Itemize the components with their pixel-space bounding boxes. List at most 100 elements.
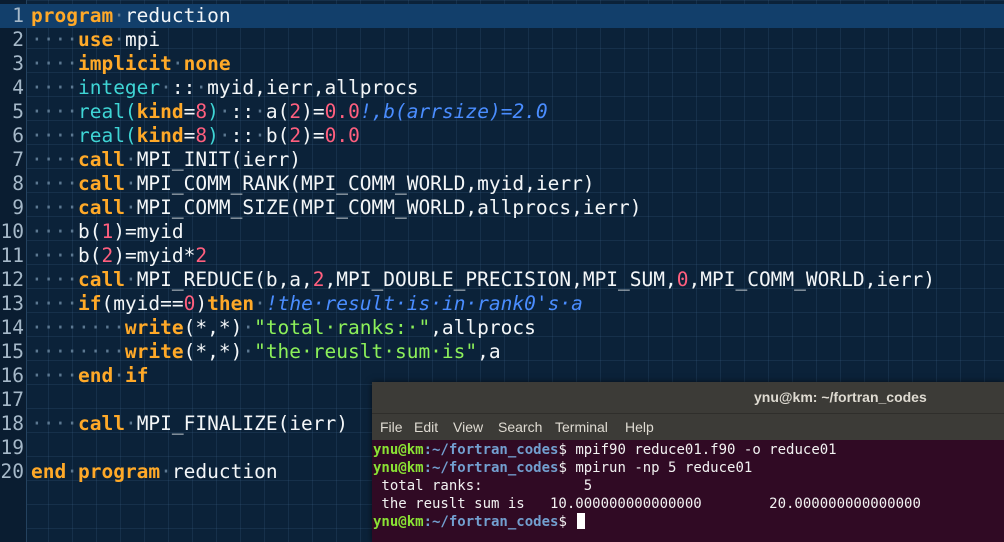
line-number: 19 bbox=[0, 436, 24, 459]
command-text: mpirun -np 5 reduce01 bbox=[575, 460, 753, 476]
code-line[interactable]: 11 ····b(2)=myid*2 bbox=[0, 244, 1004, 268]
code-line[interactable]: 10 ····b(1)=myid bbox=[0, 220, 1004, 244]
line-number: 8 bbox=[12, 172, 24, 195]
code-text: ····call·MPI_COMM_SIZE(MPI_COMM_WORLD,al… bbox=[31, 196, 642, 220]
line-number: 4 bbox=[12, 76, 24, 99]
code-line[interactable]: 1 program·reduction bbox=[0, 4, 1004, 28]
code-token: use bbox=[77, 28, 114, 51]
menu-edit[interactable]: Edit bbox=[414, 414, 438, 441]
indent-whitespace: ···· bbox=[31, 100, 78, 123]
code-line[interactable]: 4 ····integer·::·myid,ierr,allprocs bbox=[0, 76, 1004, 100]
code-text: ····call·MPI_COMM_RANK(MPI_COMM_WORLD,my… bbox=[31, 172, 595, 196]
code-token: 1 bbox=[101, 220, 114, 243]
code-token: · bbox=[242, 340, 255, 363]
code-token: "total·ranks:·" bbox=[254, 316, 431, 339]
code-token: )=myid bbox=[113, 220, 184, 243]
code-token: · bbox=[66, 460, 78, 483]
code-text: ····b(2)=myid*2 bbox=[31, 244, 207, 268]
menu-file[interactable]: File bbox=[380, 414, 403, 441]
code-token: implicit bbox=[77, 52, 172, 75]
code-line[interactable]: 3 ····implicit·none bbox=[0, 52, 1004, 76]
code-token: kind bbox=[136, 100, 184, 123]
code-token: call bbox=[77, 412, 125, 435]
code-token: ) bbox=[195, 292, 208, 315]
code-token: ) bbox=[207, 124, 219, 147]
menu-help[interactable]: Help bbox=[625, 414, 654, 441]
code-text: ····integer·::·myid,ierr,allprocs bbox=[31, 76, 418, 100]
code-token: 2 bbox=[289, 124, 302, 147]
code-token: = bbox=[183, 100, 196, 123]
code-text: ····if(myid==0)then·!the·result·is·in·ra… bbox=[31, 292, 583, 316]
code-text: ····b(1)=myid bbox=[31, 220, 184, 244]
terminal-window[interactable]: ynu@km: ~/fortran_codes File Edit View S… bbox=[372, 382, 1004, 542]
code-line[interactable]: 15 ········write(*,*)·"the·reuslt·sum·is"… bbox=[0, 340, 1004, 364]
output-line: the reuslt sum is 10.000000000000000 20.… bbox=[373, 496, 921, 512]
code-line[interactable]: 6 ····real(kind=8)·::·b(2)=0.0 bbox=[0, 124, 1004, 148]
code-token: call bbox=[77, 172, 125, 195]
line-number: 5 bbox=[12, 100, 24, 123]
menu-terminal[interactable]: Terminal bbox=[555, 414, 608, 441]
code-line[interactable]: 9 ····call·MPI_COMM_SIZE(MPI_COMM_WORLD,a… bbox=[0, 196, 1004, 220]
code-line[interactable]: 14 ········write(*,*)·"total·ranks:·",all… bbox=[0, 316, 1004, 340]
code-token: · bbox=[254, 124, 266, 147]
code-token: 8 bbox=[195, 100, 208, 123]
code-token: 0.0 bbox=[324, 124, 360, 147]
code-token: 0.0 bbox=[324, 100, 360, 123]
code-token: if bbox=[124, 364, 149, 387]
code-token: · bbox=[218, 100, 231, 123]
code-line[interactable]: 12 ····call·MPI_REDUCE(b,a,2,MPI_DOUBLE_P… bbox=[0, 268, 1004, 292]
code-token: · bbox=[113, 28, 125, 51]
code-token: (myid== bbox=[101, 292, 184, 315]
code-token: b( bbox=[265, 124, 290, 147]
terminal-title-bar[interactable]: ynu@km: ~/fortran_codes bbox=[372, 382, 1004, 413]
code-token: :: bbox=[171, 76, 196, 99]
line-number: 10 bbox=[0, 220, 24, 243]
code-text: ····end·if bbox=[31, 364, 148, 388]
code-token: )= bbox=[301, 100, 325, 123]
code-line[interactable]: 2 ····use·mpi bbox=[0, 28, 1004, 52]
line-number: 16 bbox=[0, 364, 24, 387]
indent-whitespace: ···· bbox=[31, 52, 78, 75]
code-token: · bbox=[113, 4, 125, 27]
code-token: · bbox=[254, 292, 266, 315]
terminal-command-line: ynu@km:~/fortran_codes$ mpirun -np 5 red… bbox=[373, 460, 753, 476]
code-token: myid,ierr,allprocs bbox=[207, 76, 419, 99]
terminal-menu-bar: File Edit View Search Terminal Help bbox=[372, 413, 1004, 441]
code-text: ····call·MPI_FINALIZE(ierr) bbox=[31, 412, 348, 436]
code-text: ········write(*,*)·"the·reuslt·sum·is",a bbox=[31, 340, 501, 364]
menu-search[interactable]: Search bbox=[498, 414, 542, 441]
line-number: 13 bbox=[0, 292, 24, 315]
terminal-output[interactable]: ynu@km:~/fortran_codes$ mpif90 reduce01.… bbox=[372, 440, 1004, 542]
terminal-command-line: ynu@km:~/fortran_codes$ mpif90 reduce01.… bbox=[373, 442, 837, 458]
code-token: ) bbox=[207, 100, 219, 123]
code-token: call bbox=[77, 148, 125, 171]
code-text: ····use·mpi bbox=[31, 28, 160, 52]
indent-whitespace: ···· bbox=[31, 268, 78, 291]
code-token: call bbox=[77, 268, 125, 291]
line-number: 12 bbox=[0, 268, 24, 291]
indent-whitespace: ···· bbox=[31, 172, 78, 195]
code-token: )=myid* bbox=[113, 244, 196, 267]
terminal-prompt-line[interactable]: ynu@km:~/fortran_codes$ bbox=[373, 513, 586, 531]
code-token: · bbox=[254, 100, 266, 123]
code-token: ,MPI_COMM_WORLD,ierr) bbox=[688, 268, 936, 291]
indent-whitespace: ···· bbox=[31, 148, 78, 171]
code-token: ,MPI_DOUBLE_PRECISION,MPI_SUM, bbox=[324, 268, 677, 291]
line-number: 20 bbox=[0, 460, 24, 483]
line-number: 17 bbox=[0, 388, 24, 411]
code-token: · bbox=[113, 364, 125, 387]
code-text: ········write(*,*)·"total·ranks:·",allpr… bbox=[31, 316, 536, 340]
line-number: 18 bbox=[0, 412, 24, 435]
code-token: kind bbox=[136, 124, 184, 147]
code-token: :: bbox=[230, 100, 255, 123]
indent-whitespace: ···· bbox=[31, 196, 78, 219]
indent-whitespace: ···· bbox=[31, 412, 78, 435]
code-token: 8 bbox=[195, 124, 208, 147]
code-line[interactable]: 13 ····if(myid==0)then·!the·result·is·in·… bbox=[0, 292, 1004, 316]
code-token: b( bbox=[77, 244, 102, 267]
code-token: ,allprocs bbox=[430, 316, 536, 339]
code-line[interactable]: 5 ····real(kind=8)·::·a(2)=0.0!,b(arrsize… bbox=[0, 100, 1004, 124]
code-line[interactable]: 7 ····call·MPI_INIT(ierr) bbox=[0, 148, 1004, 172]
menu-view[interactable]: View bbox=[453, 414, 483, 441]
code-line[interactable]: 8 ····call·MPI_COMM_RANK(MPI_COMM_WORLD,m… bbox=[0, 172, 1004, 196]
